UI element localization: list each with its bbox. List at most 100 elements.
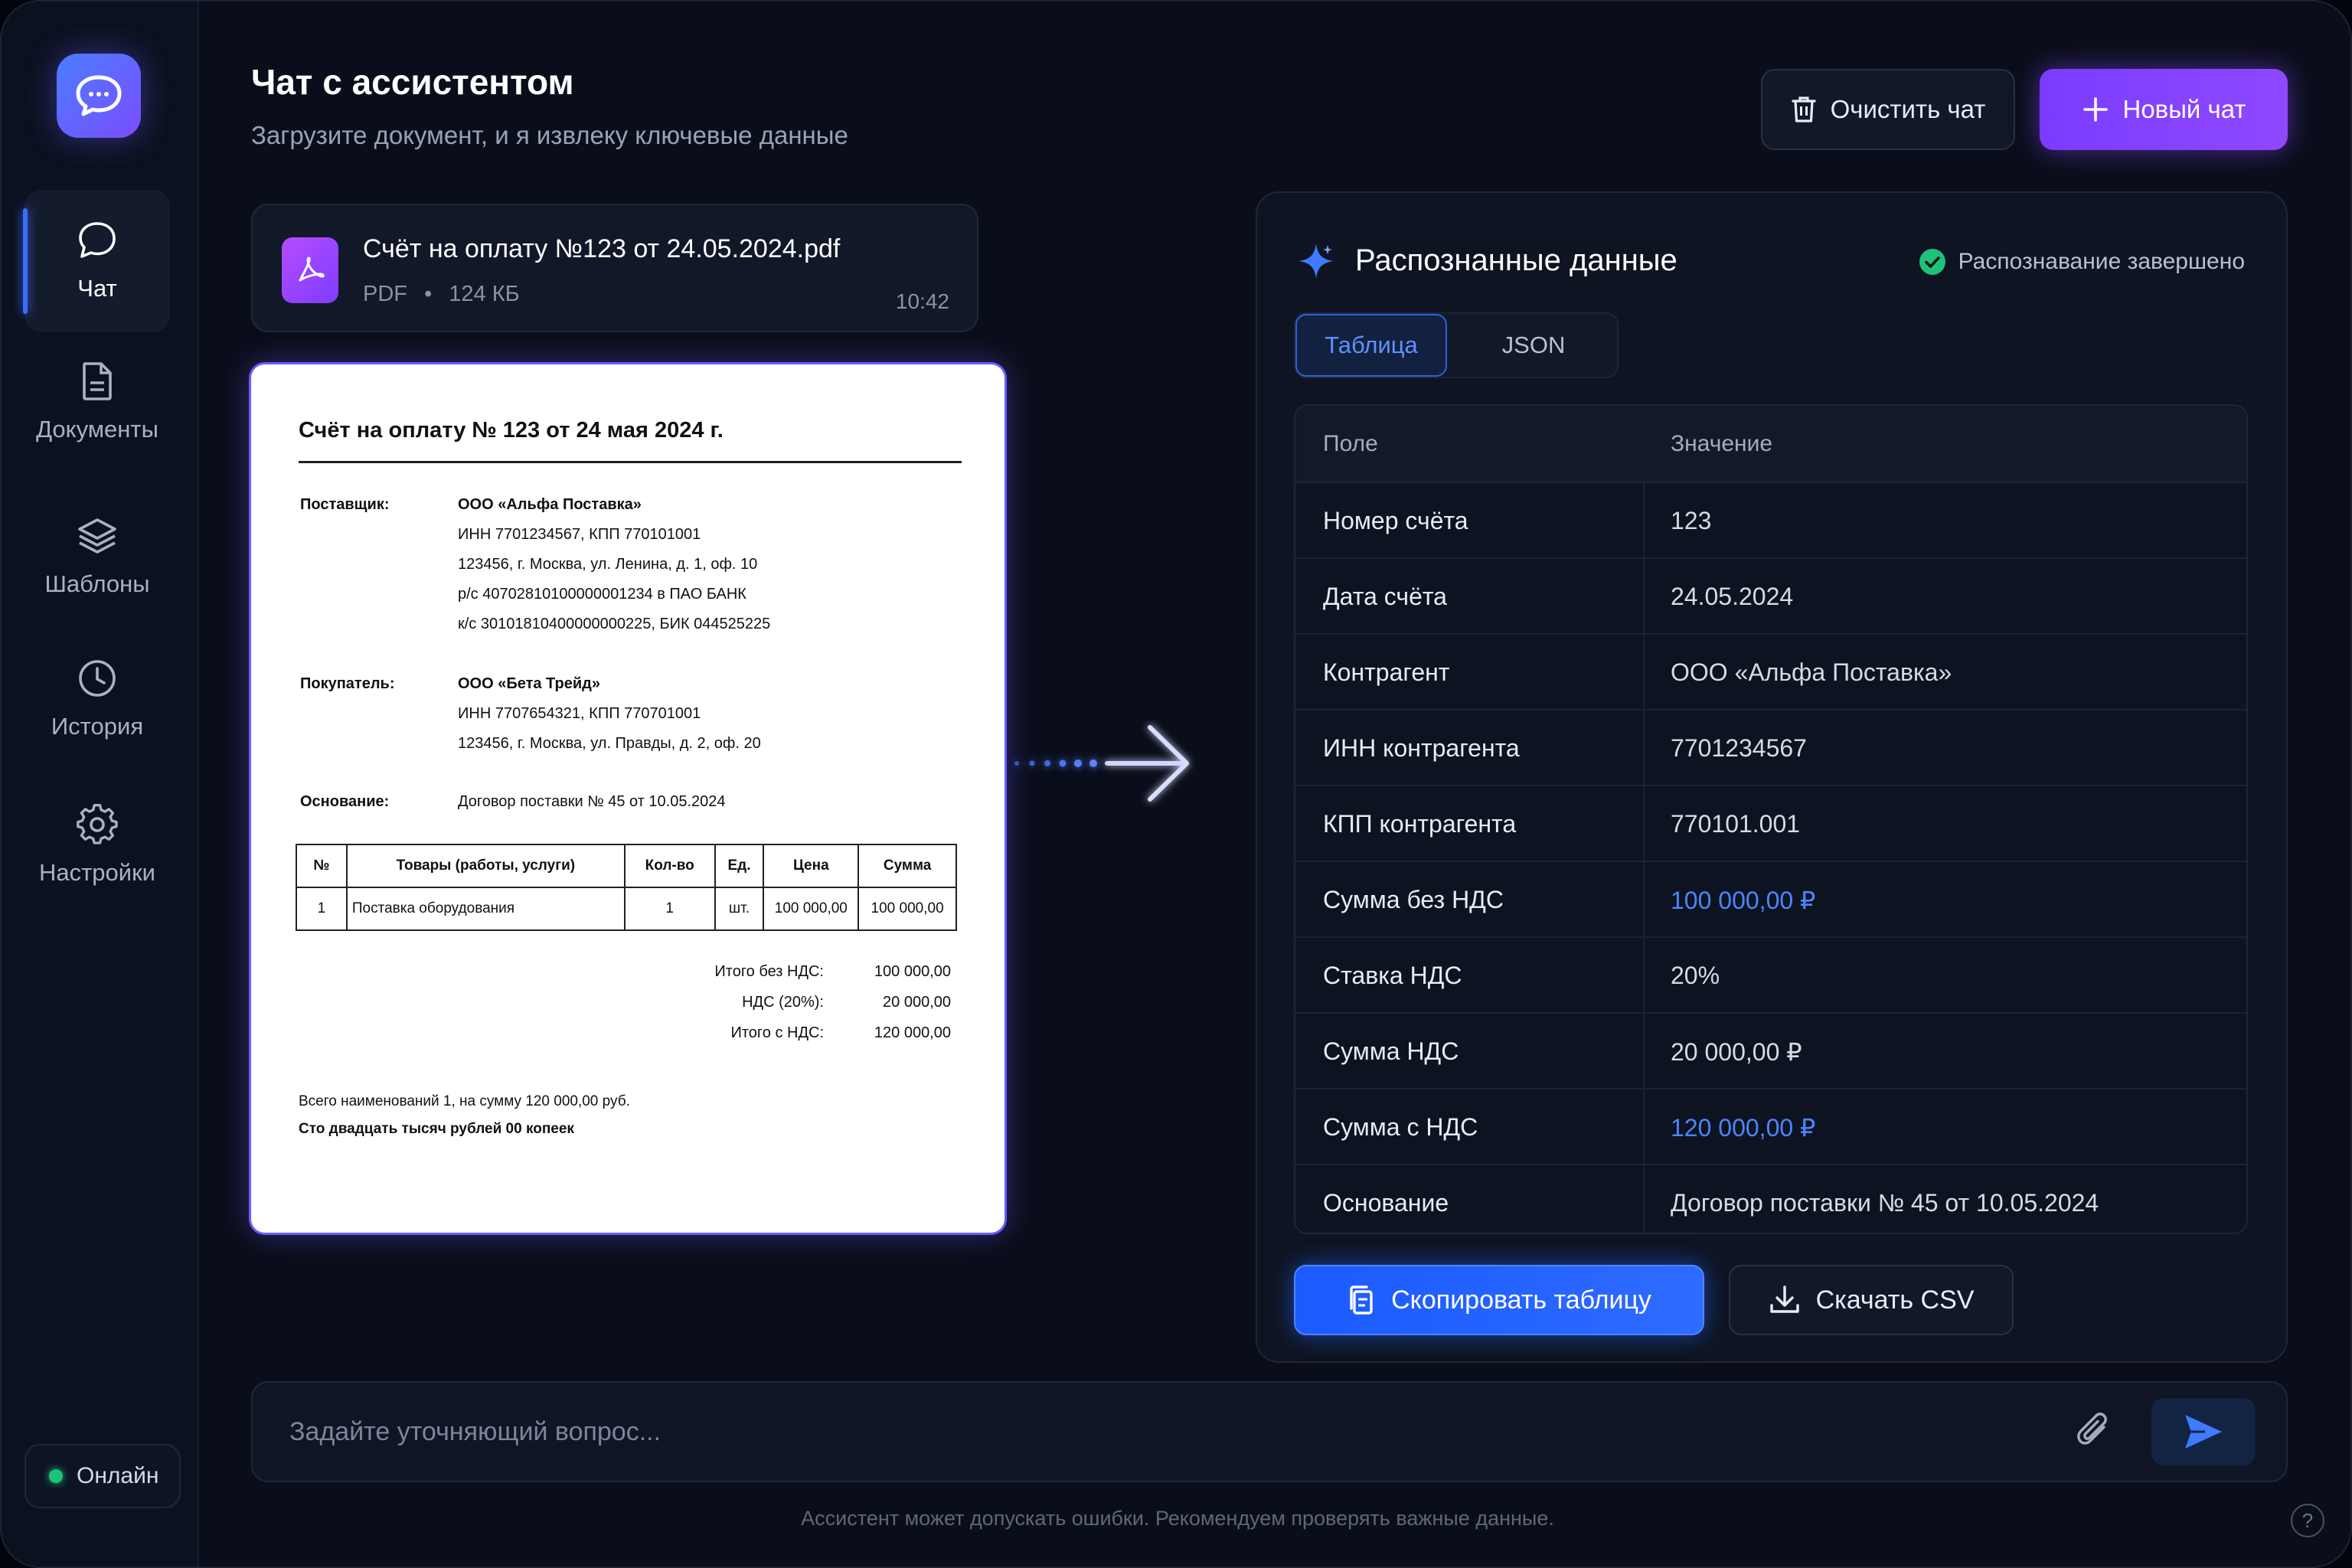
pdf-file-icon <box>282 237 338 303</box>
data-table: Поле Значение Номер счёта 123 Дата счёта 24… <box>1294 404 2248 1234</box>
sidebar-item-label: История <box>51 713 144 740</box>
field-name: ИНН контрагента <box>1323 734 1520 762</box>
layers-icon <box>78 518 116 554</box>
send-button[interactable] <box>2151 1398 2256 1465</box>
copy-table-label: Скопировать таблицу <box>1391 1285 1651 1315</box>
message-input[interactable] <box>289 1383 1974 1481</box>
basis-label: Основание: <box>300 793 390 810</box>
total-value: 100 000,00 <box>874 963 951 980</box>
send-icon <box>2185 1415 2222 1449</box>
total-value: 120 000,00 <box>874 1024 951 1041</box>
supplier-line: к/с 30101810400000000225, БИК 044525225 <box>458 616 771 632</box>
file-type: PDF <box>363 282 407 306</box>
buyer-label: Покупатель: <box>300 675 395 692</box>
sidebar-item-settings[interactable]: Настройки <box>24 773 170 916</box>
sidebar-item-templates[interactable]: Шаблоны <box>24 485 170 628</box>
table-row: Сумма НДС 20 000,00 ₽ <box>1295 1012 2246 1089</box>
invoice-table: № Товары (работы, услуги) Кол-во Ед. Цен… <box>296 844 957 931</box>
field-name: Контрагент <box>1323 658 1450 686</box>
field-value[interactable]: 24.05.2024 <box>1671 559 1793 635</box>
sidebar-item-label: Чат <box>77 275 117 302</box>
download-csv-button[interactable]: Скачать CSV <box>1729 1265 2014 1335</box>
supplier-line: р/с 40702810100000001234 в ПАО БАНК <box>458 586 746 603</box>
buyer-line: 123456, г. Москва, ул. Правды, д. 2, оф.… <box>458 735 761 752</box>
table-row: Дата счёта 24.05.2024 <box>1295 557 2246 635</box>
recognition-status: Распознавание завершено <box>1919 248 2245 276</box>
copy-table-button[interactable]: Скопировать таблицу <box>1294 1265 1704 1335</box>
app-window: Чат Документы Шаблоны История Настройки … <box>0 0 2352 1568</box>
field-name: Дата счёта <box>1323 583 1447 610</box>
new-chat-button[interactable]: Новый чат <box>2040 69 2288 150</box>
invoice-footer-words: Сто двадцать тысяч рублей 00 копеек <box>299 1121 574 1137</box>
sidebar-item-history[interactable]: История <box>24 628 170 770</box>
clear-chat-button[interactable]: Очистить чат <box>1761 69 2015 150</box>
field-value[interactable]: 20 000,00 ₽ <box>1671 1014 1802 1089</box>
supplier-line: 123456, г. Москва, ул. Ленина, д. 1, оф.… <box>458 556 758 573</box>
tab-json[interactable]: JSON <box>1447 314 1620 377</box>
table-header-row: Поле Значение <box>1295 406 2246 482</box>
field-name: Сумма с НДС <box>1323 1113 1478 1141</box>
supplier-label: Поставщик: <box>300 496 390 513</box>
file-meta: PDF • 124 КБ <box>363 282 520 306</box>
table-row: ИНН контрагента 7701234567 <box>1295 709 2246 786</box>
table-row: Основание Договор поставки № 45 от 10.05.… <box>1295 1164 2246 1233</box>
buyer-line: ООО «Бета Трейд» <box>458 675 600 692</box>
tab-table[interactable]: Таблица <box>1295 314 1447 377</box>
field-value[interactable]: 20% <box>1671 938 1720 1014</box>
table-header: Сумма <box>858 844 957 888</box>
supplier-line: ИНН 7701234567, КПП 770101001 <box>458 526 701 543</box>
field-value[interactable]: ООО «Альфа Поставка» <box>1671 635 1952 710</box>
clock-icon <box>79 660 116 697</box>
field-value[interactable]: 7701234567 <box>1671 710 1807 786</box>
sidebar: Чат Документы Шаблоны История Настройки … <box>2 2 199 1566</box>
invoice-title: Счёт на оплату № 123 от 24 мая 2024 г. <box>299 418 724 443</box>
check-circle-icon <box>1919 249 1945 275</box>
sidebar-item-chat[interactable]: Чат <box>23 190 170 332</box>
chat-bubble-icon <box>76 75 122 116</box>
table-row: Номер счёта 123 <box>1295 482 2246 559</box>
trash-icon <box>1792 96 1816 122</box>
copy-icon <box>1350 1285 1373 1315</box>
table-cell: 100 000,00 <box>858 887 957 931</box>
status-text: Распознавание завершено <box>1958 249 2245 274</box>
total-label: Итого без НДС: <box>714 963 824 980</box>
sidebar-item-label: Настройки <box>38 859 155 886</box>
invoice-divider <box>299 461 962 463</box>
app-logo[interactable] <box>57 54 141 138</box>
gear-icon <box>77 804 118 844</box>
panel-title: Распознанные данные <box>1355 243 1677 277</box>
field-value[interactable]: 100 000,00 ₽ <box>1671 862 1815 938</box>
field-value[interactable]: Договор поставки № 45 от 10.05.2024 <box>1671 1165 2099 1233</box>
online-status: Онлайн <box>24 1444 181 1508</box>
field-name: Ставка НДС <box>1323 962 1462 989</box>
file-message[interactable]: Счёт на оплату №123 от 24.05.2024.pdf PD… <box>251 204 978 332</box>
online-dot-icon <box>49 1469 63 1483</box>
chat-icon <box>79 222 116 258</box>
page-subtitle: Загрузите документ, и я извлеку ключевые… <box>251 121 848 149</box>
table-row: Сумма с НДС 120 000,00 ₽ <box>1295 1088 2246 1165</box>
sidebar-item-documents[interactable]: Документы <box>24 331 170 473</box>
field-value[interactable]: 120 000,00 ₽ <box>1671 1089 1815 1165</box>
field-value[interactable]: 123 <box>1671 483 1711 559</box>
field-value[interactable]: 770101.001 <box>1671 786 1800 862</box>
field-name: КПП контрагента <box>1323 810 1517 838</box>
plus-icon <box>2082 97 2108 122</box>
total-label: Итого с НДС: <box>730 1024 824 1041</box>
help-icon[interactable]: ? <box>2291 1504 2324 1537</box>
download-csv-label: Скачать CSV <box>1815 1285 1975 1315</box>
table-cell: 1 <box>296 887 348 931</box>
arrow-right-icon <box>1014 725 1189 802</box>
recognized-data-panel: Распознанные данные Распознавание заверш… <box>1256 191 2288 1363</box>
table-row: Сумма без НДС 100 000,00 ₽ <box>1295 861 2246 938</box>
field-name: Сумма без НДС <box>1323 886 1504 913</box>
page-title: Чат с ассистентом <box>251 62 574 102</box>
file-name: Счёт на оплату №123 от 24.05.2024.pdf <box>363 234 841 263</box>
invoice-footer: Всего наименований 1, на сумму 120 000,0… <box>299 1093 630 1109</box>
field-name: Сумма НДС <box>1323 1037 1459 1065</box>
field-name: Основание <box>1323 1189 1449 1217</box>
download-icon <box>1769 1285 1799 1313</box>
acrobat-icon <box>299 256 325 282</box>
paperclip-icon[interactable] <box>2072 1409 2118 1455</box>
buyer-line: ИНН 7707654321, КПП 770701001 <box>458 705 701 722</box>
file-size: 124 КБ <box>449 282 520 306</box>
